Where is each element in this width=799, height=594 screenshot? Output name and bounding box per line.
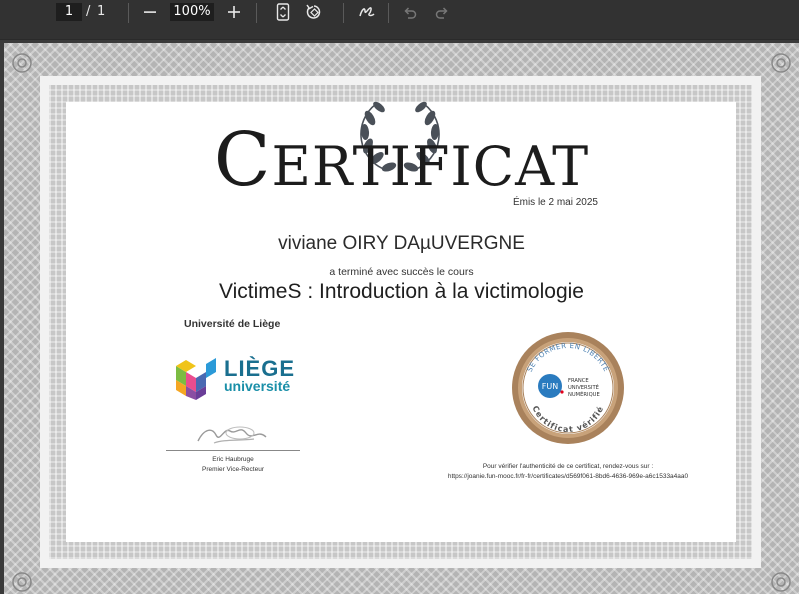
corner-ornament-icon <box>771 53 791 73</box>
draw-icon <box>359 7 375 17</box>
certificate-page: CERTIFICAT Émis le 2 mai 2025 viviane OI… <box>4 43 799 594</box>
signature-image <box>197 426 267 444</box>
corner-ornament-icon <box>12 53 32 73</box>
toolbar-divider <box>128 3 129 23</box>
verification-url[interactable]: https://joanie.fun-mooc.fr/fr-fr/certifi… <box>354 473 782 480</box>
redo-icon <box>435 7 448 19</box>
rotate-button[interactable] <box>303 2 325 22</box>
seal-badge: FUN <box>542 382 558 391</box>
signer-name: Eric Haubruge <box>212 456 254 463</box>
total-pages: 1 <box>97 4 106 19</box>
issue-date: Émis le 2 mai 2025 <box>512 197 598 208</box>
toolbar-divider <box>256 3 257 23</box>
verified-seal-icon: SE FORMER EN LIBERTÉ Certificat vérifié … <box>512 332 624 444</box>
undo-icon <box>404 7 417 19</box>
minus-icon <box>144 11 156 13</box>
page-number-input[interactable]: 1 <box>56 3 82 21</box>
toolbar-divider <box>343 3 344 23</box>
verification-text: Pour vérifier l'authenticité de ce certi… <box>482 463 654 470</box>
corner-ornament-icon <box>771 572 791 592</box>
zoom-in-button[interactable] <box>223 2 245 22</box>
corner-ornament-icon <box>12 572 32 592</box>
rotate-icon <box>306 4 321 19</box>
course-title: VictimeS : Introduction à la victimologi… <box>219 280 584 303</box>
liege-logo-icon <box>176 358 216 400</box>
logo-line-2: université <box>224 378 291 394</box>
plus-icon <box>228 6 240 18</box>
seal-line-3: NUMÉRIQUE <box>568 390 600 398</box>
organization-name: Université de Liège <box>184 318 281 330</box>
signature-line <box>166 450 300 451</box>
zoom-out-button[interactable] <box>139 2 161 22</box>
seal-line-2: UNIVERSITÉ <box>568 383 599 391</box>
seal-line-1: FRANCE <box>568 378 589 384</box>
liege-university-logo: LIÈGE université <box>176 356 301 402</box>
fit-page-icon <box>276 3 290 21</box>
page-separator: / <box>86 4 91 19</box>
certificate-title: CERTIFICAT <box>4 123 799 197</box>
redo-button[interactable] <box>431 2 453 22</box>
recipient-name: viviane OIRY DAµUVERGNE <box>278 233 525 254</box>
fit-page-button[interactable] <box>272 2 294 22</box>
completion-text: a terminé avec succès le cours <box>329 266 474 278</box>
zoom-level-input[interactable]: 100% <box>170 3 214 21</box>
title-initial: C <box>213 117 272 203</box>
undo-button[interactable] <box>399 2 421 22</box>
signer-role: Premier Vice-Recteur <box>201 466 264 473</box>
draw-button[interactable] <box>356 2 378 22</box>
toolbar-divider <box>388 3 389 23</box>
title-rest: ERTIFICAT <box>271 135 590 198</box>
pdf-toolbar: 1 / 1 100% <box>0 0 799 40</box>
